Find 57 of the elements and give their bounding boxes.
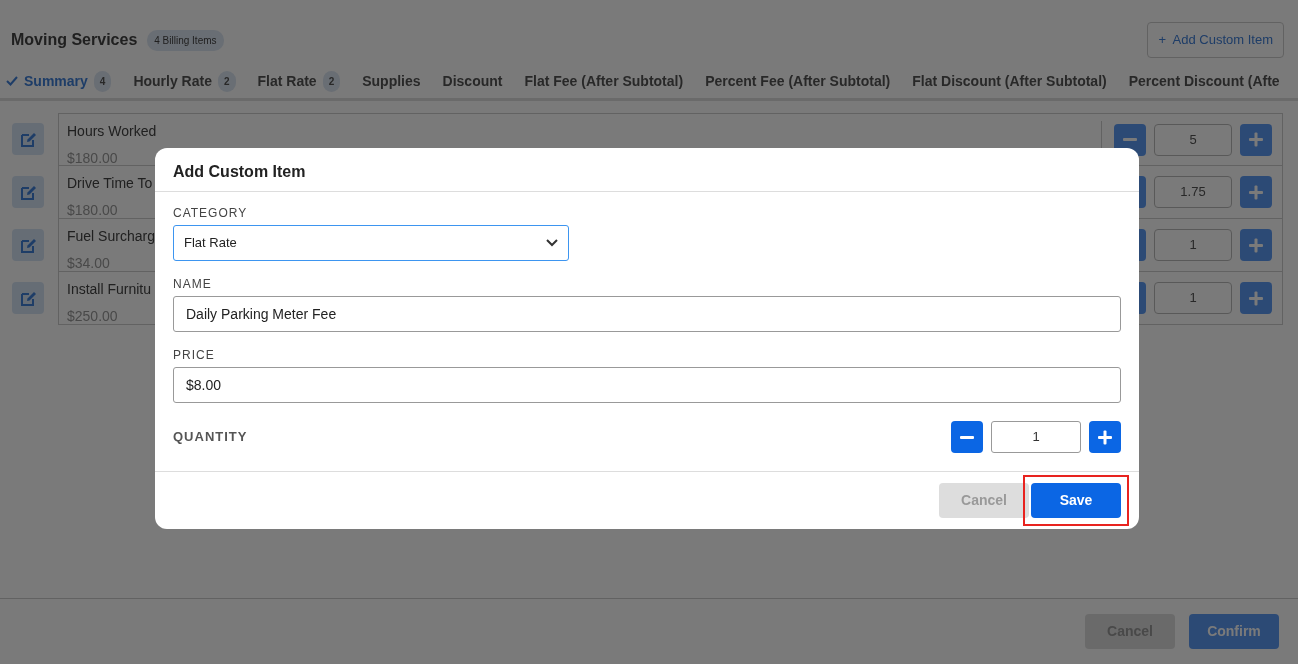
edit-button[interactable]: [12, 282, 44, 314]
count-badge: 4: [93, 70, 112, 92]
tab[interactable]: Summary 4: [0, 64, 123, 98]
field-label: NAME: [173, 276, 213, 293]
edit-icon: [19, 183, 37, 201]
quantity-field[interactable]: 1: [1154, 229, 1232, 261]
count-badge: 4 Billing Items: [147, 29, 224, 51]
quantity-field[interactable]: 1: [991, 421, 1081, 453]
chevron-down-icon: [546, 239, 558, 247]
input-field[interactable]: $8.00: [173, 367, 1121, 403]
modal-title: Add Custom Item: [155, 148, 1139, 192]
tab[interactable]: Discount: [431, 64, 514, 98]
edit-button[interactable]: [12, 123, 44, 155]
increment-button[interactable]: [1240, 229, 1272, 261]
plus-icon: [1248, 290, 1264, 306]
add-custom-item-button[interactable]: + Add Custom Item: [1147, 22, 1284, 58]
plus-icon: [1097, 429, 1113, 445]
decrement-button[interactable]: [951, 421, 983, 453]
tab[interactable]: Percent Discount (Afte: [1117, 64, 1291, 98]
increment-button[interactable]: [1240, 176, 1272, 208]
tab[interactable]: Flat Fee (After Subtotal): [513, 64, 695, 98]
check-icon: [6, 75, 18, 87]
item-name: Install Furnitu: [67, 280, 152, 299]
category-dropdown[interactable]: Flat Rate: [173, 225, 569, 261]
tab[interactable]: Flat Discount (After Subtotal): [901, 64, 1118, 98]
edit-button[interactable]: [12, 176, 44, 208]
quantity-field[interactable]: 1.75: [1154, 176, 1232, 208]
minus-icon: [1123, 138, 1137, 141]
page-title: Moving Services: [11, 30, 138, 50]
item-name: Hours Worked: [67, 122, 157, 141]
field-label: CATEGORY: [173, 205, 249, 222]
minus-icon: [960, 435, 974, 439]
tab[interactable]: Supplies: [351, 64, 432, 98]
tab[interactable]: Flat Rate 2: [246, 64, 352, 98]
increment-button[interactable]: [1240, 282, 1272, 314]
plus-icon: [1248, 237, 1264, 253]
field-label: QUANTITY: [173, 428, 248, 447]
edit-icon: [19, 236, 37, 254]
input-field[interactable]: Daily Parking Meter Fee: [173, 296, 1121, 332]
quantity-field[interactable]: 5: [1154, 123, 1232, 156]
count-badge: 2: [322, 70, 341, 92]
item-name: Fuel Surcharg: [67, 227, 155, 246]
count-badge: 2: [217, 70, 236, 92]
edit-icon: [19, 289, 37, 307]
plus-icon: [1248, 184, 1264, 200]
edit-button[interactable]: [12, 229, 44, 261]
edit-icon: [19, 130, 37, 148]
plus-icon: [1248, 132, 1264, 147]
increment-button[interactable]: [1089, 421, 1121, 453]
confirm-button[interactable]: Confirm: [1189, 614, 1279, 649]
quantity-field[interactable]: 1: [1154, 282, 1232, 314]
tab[interactable]: Hourly Rate 2: [122, 64, 247, 98]
save-button[interactable]: Save: [1031, 483, 1121, 518]
field-label: PRICE: [173, 347, 216, 364]
item-name: Drive Time To: [67, 174, 153, 193]
tab[interactable]: Percent Fee (After Subtotal): [694, 64, 902, 98]
increment-button[interactable]: [1240, 123, 1272, 156]
